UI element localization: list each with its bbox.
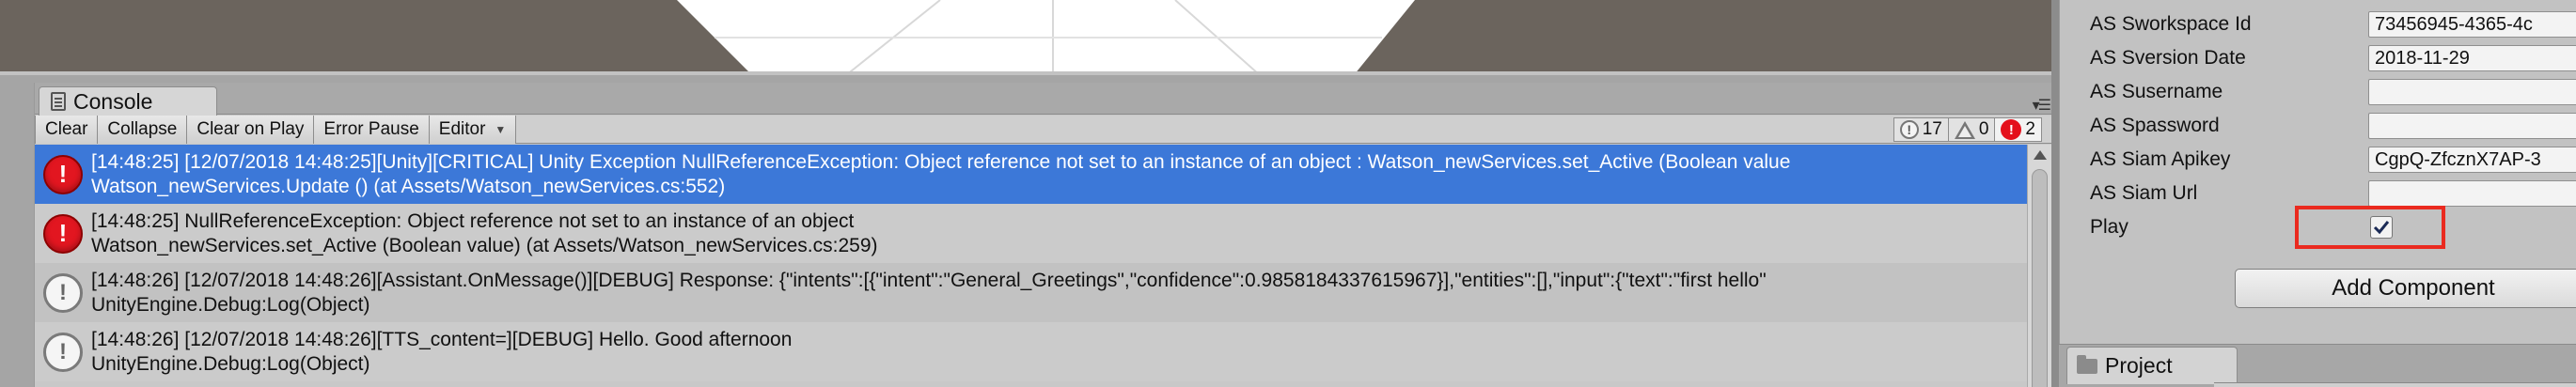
property-label: AS Susername <box>2090 81 2223 102</box>
editor-dropdown-label: Editor <box>438 118 486 139</box>
property-version-date: AS Sversion Date 2018-11-29 <box>2060 41 2576 75</box>
collapse-button[interactable]: Collapse <box>98 115 188 144</box>
password-field[interactable] <box>2368 113 2576 139</box>
warning-icon <box>1954 120 1975 139</box>
clear-button[interactable]: Clear <box>35 115 99 144</box>
log-entry-message: [14:48:25] NullReferenceException: Objec… <box>91 209 855 232</box>
console-icon <box>51 92 66 111</box>
info-icon: ! <box>43 332 83 372</box>
unity-editor: Console ▾☰ Clear Collapse Clear on Play … <box>0 0 2576 387</box>
clear-on-play-button[interactable]: Clear on Play <box>187 115 315 144</box>
console-toolbar: Clear Collapse Clear on Play Error Pause… <box>35 115 2051 144</box>
error-icon: ! <box>2001 119 2022 140</box>
panel-divider[interactable] <box>2051 0 2059 387</box>
console-panel: Console ▾☰ Clear Collapse Clear on Play … <box>34 83 2051 387</box>
property-iam-apikey: AS Siam Apikey CgpQ-ZfcznX7AP-3 <box>2060 143 2576 177</box>
property-label: AS Sversion Date <box>2090 47 2246 69</box>
tab-project-label: Project <box>2105 353 2173 378</box>
tab-console-label: Console <box>73 88 153 114</box>
folder-icon <box>2077 354 2097 374</box>
console-tab-bar: Console ▾☰ <box>35 83 2051 116</box>
info-filter-toggle[interactable]: ! 17 <box>1893 117 1949 142</box>
editor-dropdown[interactable]: Editor ▼ <box>429 115 517 144</box>
scrollbar-thumb[interactable] <box>2032 169 2048 387</box>
warning-count: 0 <box>1978 119 1989 139</box>
dropdown-caret-icon: ▼ <box>495 122 507 136</box>
error-icon: ! <box>43 154 83 194</box>
info-icon: ! <box>1899 120 1919 139</box>
property-workspace-id: AS Sworkspace Id 73456945-4365-4c <box>2060 8 2576 41</box>
error-count: 2 <box>2025 119 2035 139</box>
tab-project[interactable]: Project <box>2066 347 2238 384</box>
project-panel-tabbar: Project <box>2059 344 2576 387</box>
info-count: 17 <box>1922 119 1942 139</box>
annotation-highlight-box <box>2295 206 2445 249</box>
log-entry-stacktrace: UnityEngine.Debug:Log(Object) <box>91 352 370 375</box>
error-filter-toggle[interactable]: ! 2 <box>1994 117 2042 142</box>
log-entry[interactable]: ! [14:48:26] [12/07/2018 14:48:26][Assis… <box>35 263 2028 322</box>
property-label: AS Siam Url <box>2090 182 2198 204</box>
log-entry-stacktrace: Watson_newServices.Update () (at Assets/… <box>91 175 726 197</box>
log-entry-message: [14:48:26] [12/07/2018 14:48:26][TTS_con… <box>91 328 793 350</box>
error-pause-button[interactable]: Error Pause <box>314 115 430 144</box>
log-entry-message: [14:48:26] [12/07/2018 14:48:26][Assista… <box>91 269 1767 291</box>
property-label: AS Spassword <box>2090 115 2220 136</box>
property-label: AS Siam Apikey <box>2090 148 2231 170</box>
panel-menu-icon[interactable]: ▾☰ <box>2033 96 2051 115</box>
username-field[interactable] <box>2368 79 2576 105</box>
add-component-button[interactable]: Add Component <box>2235 269 2576 308</box>
error-icon: ! <box>43 213 83 254</box>
iam-apikey-field[interactable]: CgpQ-ZfcznX7AP-3 <box>2368 147 2576 173</box>
workspace-id-field[interactable]: 73456945-4365-4c <box>2368 11 2576 38</box>
tab-console[interactable]: Console <box>39 86 217 116</box>
scene-floor-graphic <box>677 0 1415 71</box>
scene-view[interactable] <box>0 0 2057 75</box>
log-entry[interactable]: ! [14:48:25] NullReferenceException: Obj… <box>35 204 2028 263</box>
inspector-panel: AS Sworkspace Id 73456945-4365-4c AS Sve… <box>2059 0 2576 344</box>
play-label: Play <box>2090 216 2128 238</box>
log-entry-stacktrace: UnityEngine.Debug:Log(Object) <box>91 293 370 316</box>
log-entry[interactable]: ! [14:48:26] [12/07/2018 14:48:26][TTS_c… <box>35 322 2028 381</box>
log-count-filters: ! 17 0 ! 2 <box>1893 116 2042 144</box>
property-label: AS Sworkspace Id <box>2090 13 2252 35</box>
scroll-up-arrow-icon[interactable] <box>2034 150 2047 160</box>
log-entry[interactable]: ! [14:48:25] [12/07/2018 14:48:25][Unity… <box>35 145 2028 204</box>
console-scrollbar[interactable] <box>2027 145 2051 387</box>
log-entry-message: [14:48:25] [12/07/2018 14:48:25][Unity][… <box>91 150 1791 173</box>
iam-url-field[interactable] <box>2368 180 2576 207</box>
version-date-field[interactable]: 2018-11-29 <box>2368 45 2576 71</box>
property-password: AS Spassword <box>2060 109 2576 143</box>
warning-filter-toggle[interactable]: 0 <box>1947 117 1996 142</box>
info-icon: ! <box>43 272 83 313</box>
property-username: AS Susername <box>2060 75 2576 109</box>
console-log-list: ! [14:48:25] [12/07/2018 14:48:25][Unity… <box>35 145 2028 387</box>
project-panel-edge <box>2214 382 2576 387</box>
log-entry-stacktrace: Watson_newServices.set_Active (Boolean v… <box>91 234 878 256</box>
